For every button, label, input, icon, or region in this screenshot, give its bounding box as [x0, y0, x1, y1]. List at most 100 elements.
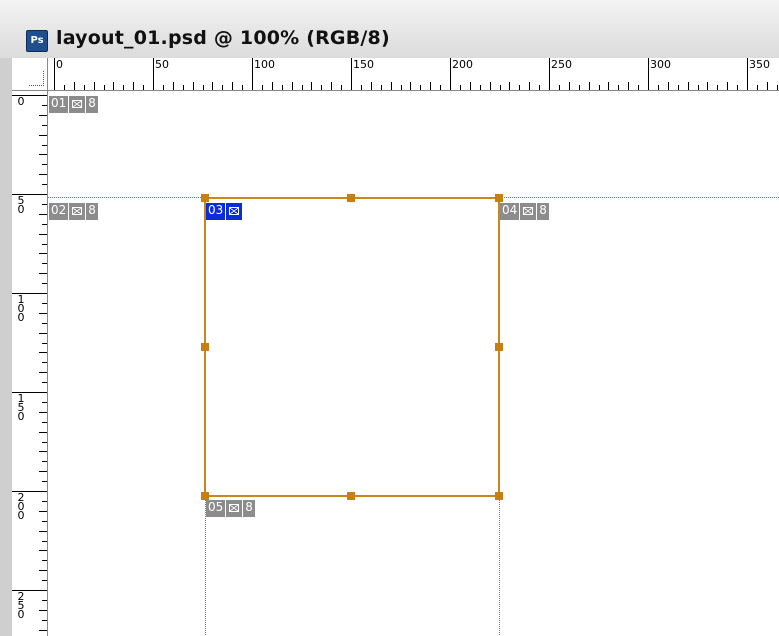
ruler-tick	[39, 273, 47, 274]
ruler-tick	[104, 85, 105, 90]
ruler-tick	[599, 85, 600, 90]
ruler-tick	[509, 82, 510, 90]
ruler-tick	[42, 145, 47, 146]
resize-handle-bottom-left[interactable]	[201, 492, 209, 500]
vertical-ruler[interactable]: 0 5 0 1 0 0 1 5 0 2 0 0 2 5 0	[12, 91, 48, 636]
ruler-tick	[42, 263, 47, 264]
ruler-tick	[42, 461, 47, 462]
ruler-tick	[42, 184, 47, 185]
ruler-tick	[559, 85, 560, 90]
slice-link-flag: 8	[243, 500, 255, 517]
vertical-guide-left[interactable]	[205, 497, 206, 636]
photoshop-icon: Ps	[26, 30, 48, 52]
ruler-tick	[143, 85, 144, 90]
ruler-origin-corner[interactable]	[12, 58, 48, 91]
slice-number: 01	[49, 96, 69, 113]
ruler-tick	[94, 82, 95, 90]
ruler-tick	[42, 402, 47, 403]
ruler-tick	[767, 82, 768, 90]
ruler-tick	[272, 82, 273, 90]
ruler-tick	[757, 85, 758, 90]
resize-handle-right[interactable]	[495, 343, 503, 351]
horizontal-ruler[interactable]: 0 50 100 150 200 250 300 350	[48, 58, 779, 91]
ruler-tick	[39, 313, 47, 314]
ruler-tick	[678, 85, 679, 90]
ruler-tick	[717, 85, 718, 90]
resize-handle-bottom-right[interactable]	[495, 492, 503, 500]
ruler-tick	[39, 531, 47, 532]
resize-handle-top-right[interactable]	[495, 194, 503, 202]
resize-handle-bottom[interactable]	[347, 492, 355, 500]
ruler-tick	[539, 85, 540, 90]
ruler-tick	[688, 82, 689, 90]
ruler-tick	[628, 82, 629, 90]
ruler-label: 350	[749, 58, 770, 71]
ruler-tick	[638, 85, 639, 90]
ruler-label: 1 5 0	[17, 392, 25, 423]
ruler-tick	[212, 82, 213, 90]
ruler-tick	[39, 333, 47, 334]
ruler-tick	[42, 283, 47, 284]
ruler-tick	[42, 105, 47, 106]
resize-handle-top-left[interactable]	[201, 194, 209, 202]
slice-badge-02[interactable]: 02 8	[49, 203, 99, 220]
slice-link-flag: 8	[86, 203, 98, 220]
slice-badge-04[interactable]: 04 8	[500, 203, 550, 220]
resize-handle-top[interactable]	[347, 194, 355, 202]
ruler-tick	[391, 82, 392, 90]
ruler-tick	[589, 82, 590, 90]
ruler-label: 0	[56, 58, 63, 71]
ruler-tick	[410, 82, 411, 90]
ruler-label: 300	[650, 58, 671, 71]
ruler-tick	[42, 501, 47, 502]
image-slice-icon	[520, 203, 537, 220]
selected-slice-bounding-box[interactable]	[204, 197, 500, 497]
ruler-tick	[668, 82, 669, 90]
ruler-tick	[747, 58, 748, 90]
ruler-tick	[42, 382, 47, 383]
image-slice-icon	[69, 203, 86, 220]
document-title: layout_01.psd @ 100% (RGB/8)	[56, 27, 390, 49]
ruler-tick	[480, 85, 481, 90]
slice-number: 04	[500, 203, 520, 220]
title-bar[interactable]: Ps layout_01.psd @ 100% (RGB/8)	[0, 0, 779, 59]
ruler-tick	[500, 85, 501, 90]
ruler-tick	[381, 85, 382, 90]
ruler-label: 0	[17, 95, 25, 108]
ruler-tick	[618, 85, 619, 90]
resize-handle-left[interactable]	[201, 343, 209, 351]
ruler-label: 150	[353, 58, 374, 71]
ruler-tick	[302, 85, 303, 90]
image-slice-icon	[226, 500, 243, 517]
slice-badge-01[interactable]: 01 8	[49, 96, 99, 113]
vertical-guide-right[interactable]	[499, 497, 500, 636]
ruler-tick	[42, 620, 47, 621]
ruler-label: 5 0	[17, 194, 25, 216]
ruler-tick	[39, 115, 47, 116]
ruler-tick	[84, 85, 85, 90]
ruler-tick	[529, 82, 530, 90]
document-canvas[interactable]: 01 8 02 8 03 04 8 05 8	[48, 91, 779, 636]
ruler-tick	[173, 82, 174, 90]
ruler-tick	[42, 442, 47, 443]
ruler-tick	[39, 214, 47, 215]
ruler-tick	[39, 471, 47, 472]
ruler-tick	[153, 58, 154, 90]
ruler-tick	[371, 82, 372, 90]
image-slice-icon	[69, 96, 86, 113]
ruler-tick	[39, 610, 47, 611]
slice-badge-05[interactable]: 05 8	[206, 500, 256, 517]
ruler-tick	[321, 85, 322, 90]
ruler-tick	[549, 58, 550, 90]
ruler-tick	[737, 85, 738, 90]
ruler-label: 1 0 0	[17, 293, 25, 324]
ruler-tick	[42, 224, 47, 225]
ruler-tick	[252, 58, 253, 90]
ruler-label: 2 0 0	[17, 491, 25, 522]
ruler-tick	[311, 82, 312, 90]
ruler-tick	[42, 600, 47, 601]
ruler-tick	[222, 85, 223, 90]
ruler-tick	[430, 82, 431, 90]
ruler-tick	[203, 85, 204, 90]
ruler-tick	[440, 85, 441, 90]
